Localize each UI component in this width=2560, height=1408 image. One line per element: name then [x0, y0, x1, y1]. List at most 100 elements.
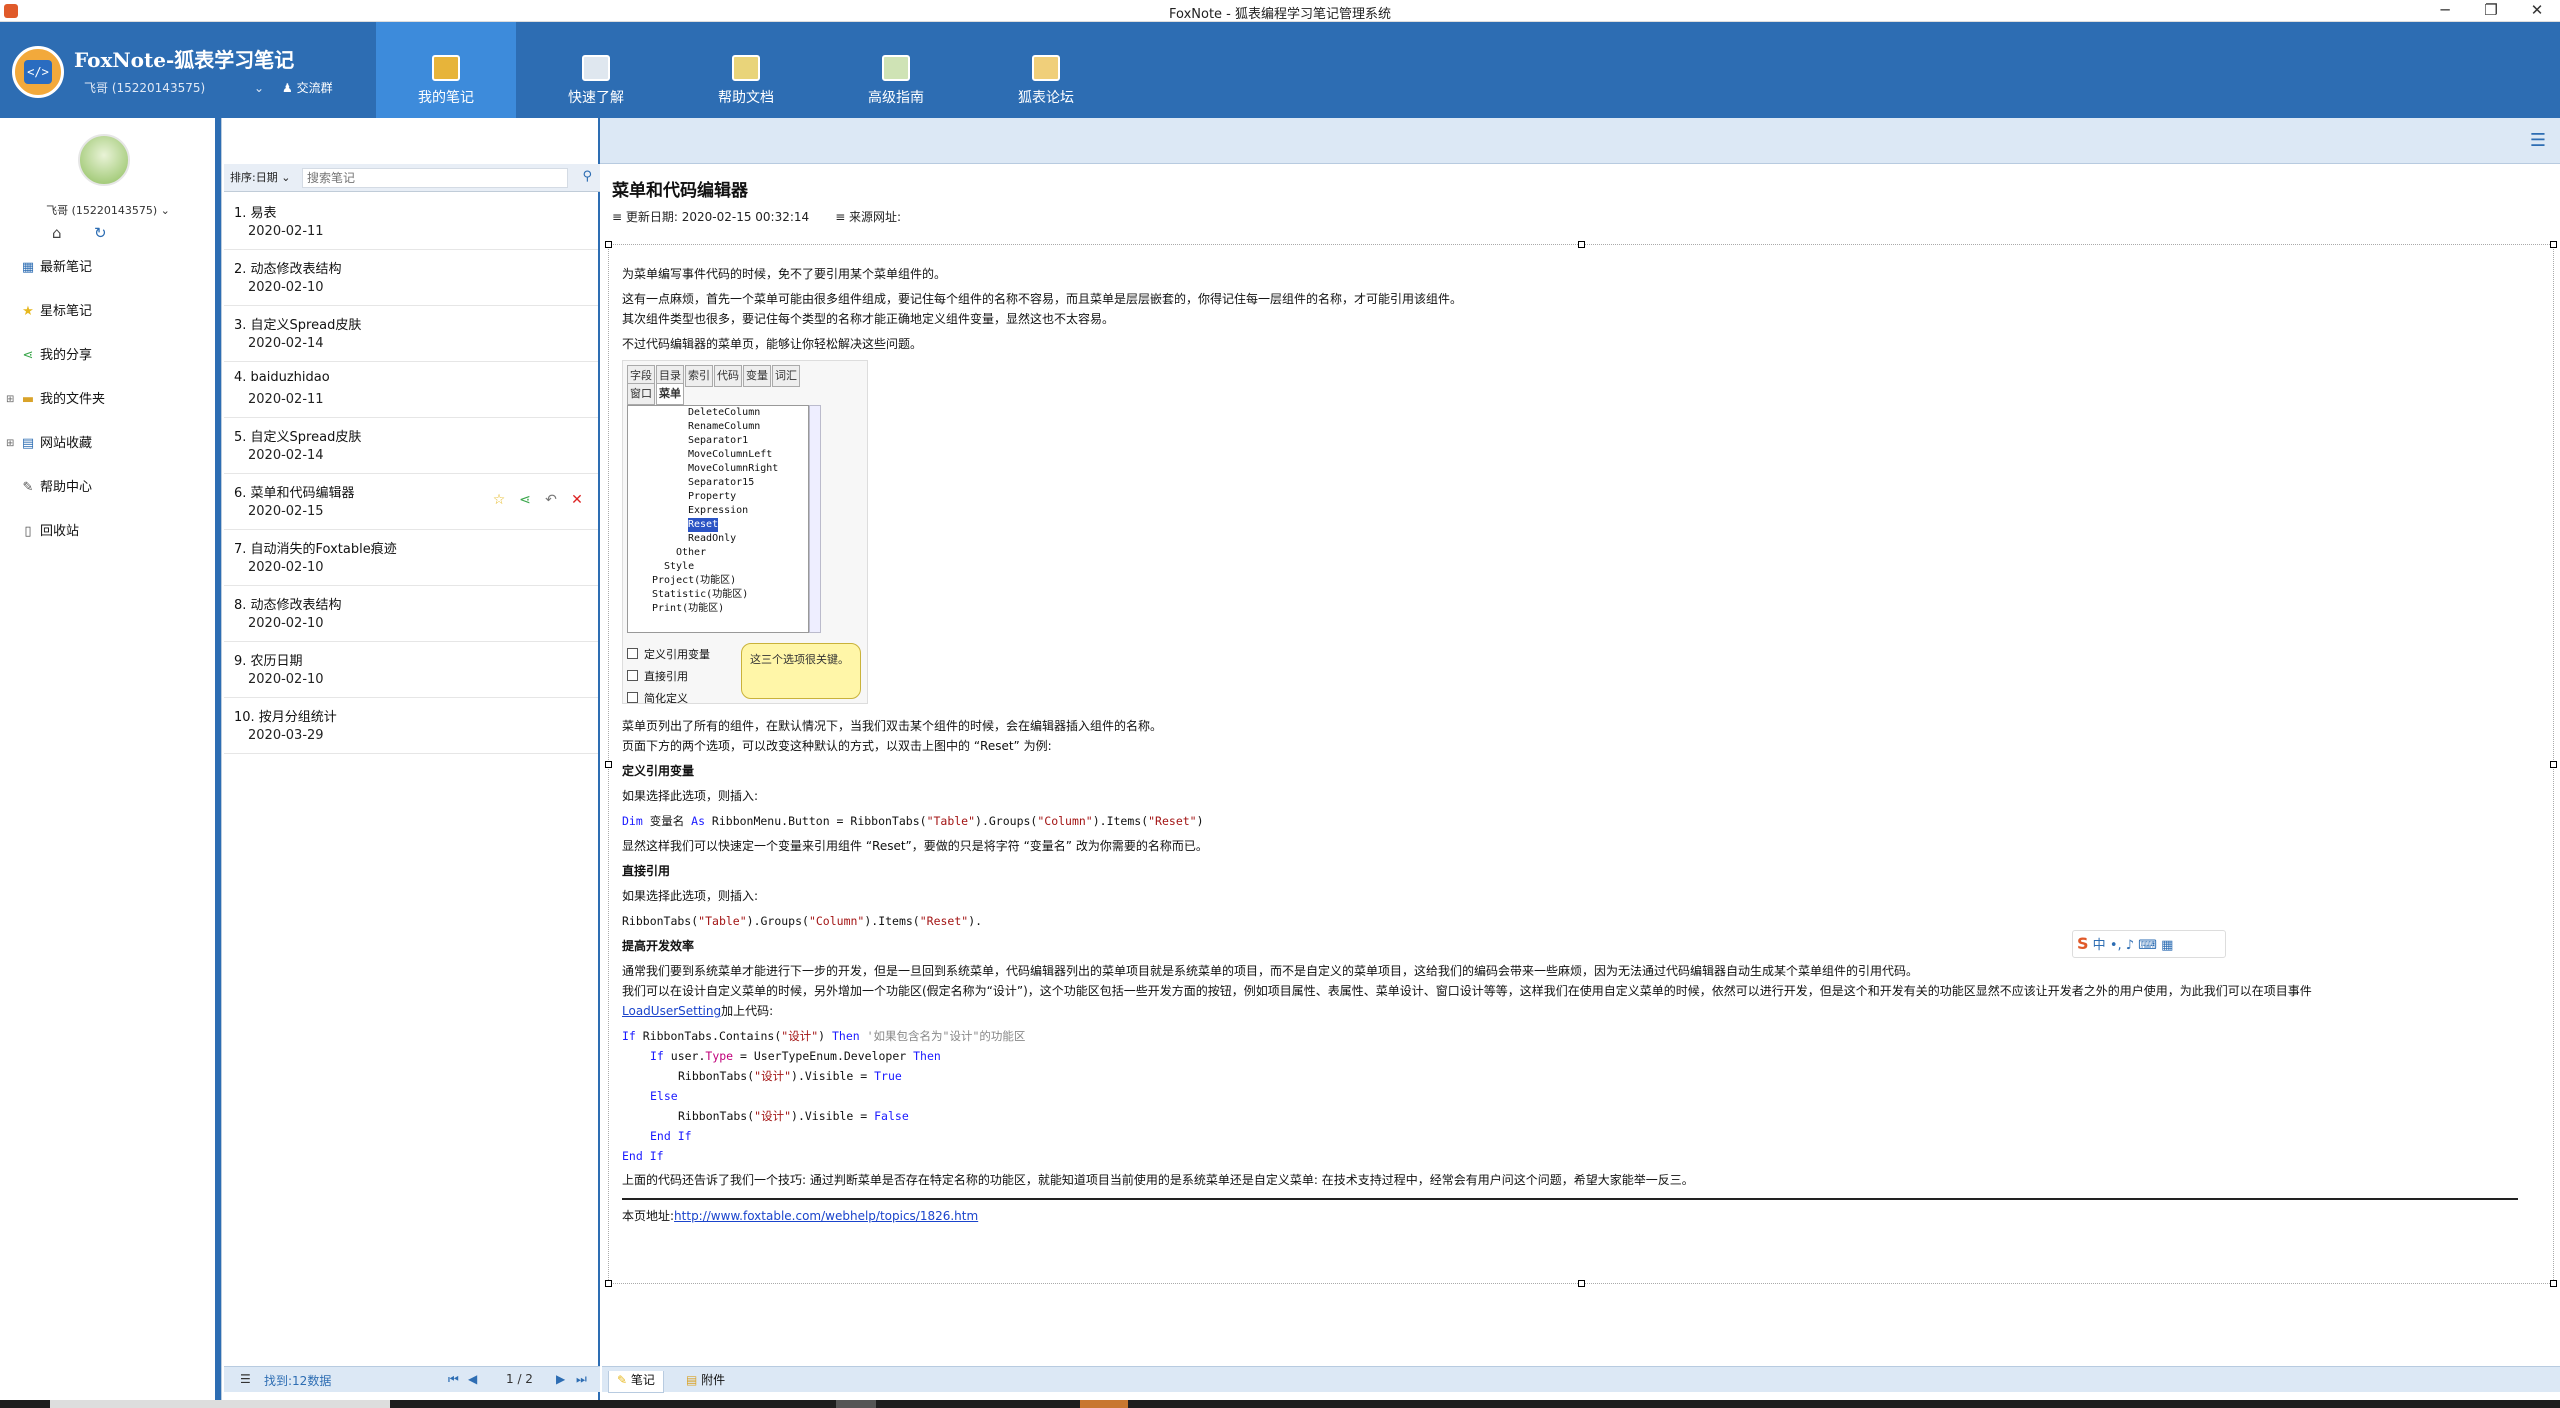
shot-tab: 代码	[714, 365, 742, 387]
attachment-icon: ▤	[686, 1373, 698, 1387]
title-bar: FoxNote - 狐表编程学习笔记管理系统 ─ ❐ ✕	[0, 0, 2560, 22]
tab-label: 附件	[701, 1373, 726, 1387]
note-date: 2020-02-11	[248, 392, 324, 407]
sidebar-item-shared[interactable]: ⋖ 我的分享	[20, 344, 92, 368]
sidebar-item-bookmarks[interactable]: ▤ 网站收藏	[20, 432, 92, 456]
last-page-icon[interactable]: ⏭	[576, 1372, 587, 1387]
sidebar-item-label: 星标笔记	[40, 304, 93, 319]
loadusersetting-link[interactable]: LoadUserSetting	[622, 1004, 721, 1018]
list-item[interactable]: 5. 自定义Spread皮肤 2020-02-14	[224, 418, 598, 474]
chevron-down-icon: ⌄	[253, 81, 264, 95]
expand-icon[interactable]: ⊞	[6, 432, 14, 456]
app-title: FoxNote-狐表学习笔记	[74, 48, 295, 72]
minimize-button[interactable]: ─	[2422, 0, 2468, 22]
taskbar-item[interactable]	[1080, 1400, 1128, 1408]
code-line: RibbonTabs("Table").Groups("Column").Ite…	[622, 914, 983, 928]
tab-note[interactable]: ✎ 笔记	[608, 1371, 664, 1393]
taskbar-item[interactable]	[50, 1400, 390, 1408]
close-icon[interactable]: ✕	[564, 492, 590, 508]
restore-button[interactable]: ❐	[2468, 0, 2514, 22]
page-url-link[interactable]: http://www.foxtable.com/webhelp/topics/1…	[674, 1209, 978, 1223]
avatar[interactable]	[78, 134, 130, 186]
list-item[interactable]: 8. 动态修改表结构 2020-02-10	[224, 586, 598, 642]
resize-handle[interactable]	[2550, 241, 2557, 248]
tab-my-notes[interactable]: 我的笔记	[376, 22, 516, 118]
home-icon[interactable]: ⌂	[52, 224, 62, 242]
search-input[interactable]	[302, 168, 568, 188]
list-item[interactable]: 1. 易表 2020-02-11	[224, 194, 598, 250]
share-icon[interactable]: ⋖	[512, 492, 538, 508]
list-item[interactable]: 3. 自定义Spread皮肤 2020-02-14	[224, 306, 598, 362]
tab-forum[interactable]: 狐表论坛	[976, 22, 1116, 118]
tree-node: Separator15	[688, 477, 755, 488]
list-item-selected[interactable]: 6. 菜单和代码编辑器 2020-02-15 ☆ ⋖ ↶ ✕	[224, 474, 598, 530]
resize-handle[interactable]	[2550, 1280, 2557, 1287]
shot-checkbox: 定义引用变量	[627, 645, 710, 665]
list-item[interactable]: 10. 按月分组统计 2020-03-29	[224, 698, 598, 754]
sidebar-item-help[interactable]: ✎ 帮助中心	[20, 476, 92, 500]
prev-page-icon[interactable]: ◀	[468, 1372, 477, 1386]
paragraph: 我们可以在设计自定义菜单的时候，另外增加一个功能区(假定名称为“设计”)，这个功…	[622, 984, 2312, 1018]
paragraph: 显然这样我们可以快速定一个变量来引用组件 “Reset”，要做的只是将字符 “变…	[622, 839, 1208, 853]
tree-node: Other	[676, 547, 707, 558]
shot-tab: 变量	[743, 365, 771, 387]
doc-body[interactable]: 为菜单编写事件代码的时候，免不了要引用某个菜单组件的。 这有一点麻烦，首先一个菜…	[622, 264, 2542, 1231]
list-item[interactable]: 4. baiduzhidao 2020-02-11	[224, 362, 598, 418]
paragraph: 页面下方的两个选项，可以改变这种默认的方式，以双击上图中的 “Reset” 为例…	[622, 739, 1052, 753]
note-date: 2020-02-14	[248, 336, 324, 351]
resize-handle[interactable]	[1578, 241, 1585, 248]
sidebar-user-name: 飞哥 (15220143575)	[46, 204, 158, 217]
resize-handle[interactable]	[605, 1280, 612, 1287]
expand-icon[interactable]: ⊞	[6, 388, 14, 412]
note-title: 5. 自定义Spread皮肤	[234, 430, 362, 445]
sidebar-item-recycle[interactable]: ▯ 回收站	[20, 520, 79, 544]
group-link[interactable]: ♟ 交流群	[282, 78, 333, 98]
tree-node: Statistic(功能区)	[652, 589, 749, 600]
star-icon[interactable]: ☆	[486, 492, 512, 508]
sidebar-user-select[interactable]: 飞哥 (15220143575) ⌄	[0, 202, 216, 218]
help-center-icon: ✎	[22, 480, 34, 495]
sort-select[interactable]: 排序:日期 ⌄	[230, 169, 290, 185]
list-item[interactable]: 7. 自动消失的Foxtable痕迹 2020-02-10	[224, 530, 598, 586]
user-select[interactable]: 飞哥 (15220143575) ⌄	[80, 78, 270, 98]
shot-tooltip: 这三个选项很关键。	[741, 643, 861, 699]
refresh-icon[interactable]: ↻	[94, 224, 107, 242]
sidebar-item-starred[interactable]: ★ 星标笔记	[20, 300, 92, 324]
paragraph: 通常我们要到系统菜单才能进行下一步的开发，但是一旦回到系统菜单，代码编辑器列出的…	[622, 964, 1919, 978]
tab-label: 狐表论坛	[1018, 90, 1074, 106]
note-actions: ☆ ⋖ ↶ ✕	[486, 492, 590, 508]
divider	[622, 1198, 2518, 1200]
resize-handle[interactable]	[1578, 1280, 1585, 1287]
resize-handle[interactable]	[605, 241, 612, 248]
first-page-icon[interactable]: ⏮	[448, 1372, 459, 1387]
window-title: FoxNote - 狐表编程学习笔记管理系统	[1169, 7, 1391, 22]
close-button[interactable]: ✕	[2514, 0, 2560, 22]
reply-icon[interactable]: ↶	[538, 492, 564, 508]
ime-toolbar[interactable]: S 中 •, ♪ ⌨ ▦	[2072, 930, 2226, 958]
guide-icon	[882, 55, 910, 81]
list-footer: ☰ 找到:12数据 ⏮ ◀ 1 / 2 ▶ ⏭	[224, 1366, 600, 1392]
page-indicator: 1 / 2	[506, 1372, 533, 1386]
list-item[interactable]: 2. 动态修改表结构 2020-02-10	[224, 250, 598, 306]
note-date: 2020-02-11	[248, 224, 324, 239]
sidebar-item-recent[interactable]: ▦ 最新笔记	[20, 256, 92, 280]
next-page-icon[interactable]: ▶	[556, 1372, 565, 1386]
checkbox-label: 直接引用	[644, 670, 688, 683]
note-title: 8. 动态修改表结构	[234, 598, 342, 613]
tab-attachment[interactable]: ▤ 附件	[678, 1371, 733, 1393]
resize-handle[interactable]	[605, 761, 612, 768]
tab-help-docs[interactable]: 帮助文档	[676, 22, 816, 118]
sidebar-item-folders[interactable]: ▬ 我的文件夹	[20, 388, 105, 412]
chevron-down-icon: ⌄	[160, 204, 170, 217]
search-icon[interactable]: ⚲	[582, 169, 592, 184]
list-view-icon[interactable]: ☰	[2530, 130, 2546, 151]
punctuation-icon: •,	[2109, 938, 2122, 953]
resize-handle[interactable]	[2550, 761, 2557, 768]
sidebar-item-label: 网站收藏	[40, 436, 93, 451]
tab-quick-intro[interactable]: 快速了解	[526, 22, 666, 118]
tab-advanced-guide[interactable]: 高级指南	[826, 22, 966, 118]
taskbar-item[interactable]	[836, 1400, 876, 1408]
paragraph: 其次组件类型也很多，要记住每个类型的名称才能正确地定义组件变量，显然这也不太容易…	[622, 312, 1115, 326]
list-item[interactable]: 9. 农历日期 2020-02-10	[224, 642, 598, 698]
section-heading: 提高开发效率	[622, 939, 695, 953]
